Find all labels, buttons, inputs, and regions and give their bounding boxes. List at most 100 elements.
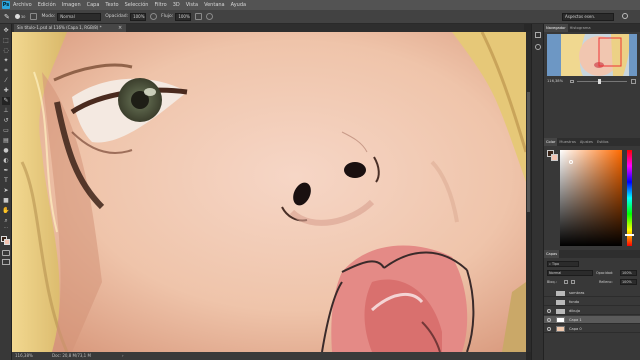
flow-label: Flujo: bbox=[161, 14, 174, 19]
crop-icon[interactable]: ⌗ bbox=[2, 67, 10, 75]
background-color-swatch[interactable] bbox=[4, 239, 10, 245]
menu-ayuda[interactable]: Ayuda bbox=[231, 2, 246, 8]
dodge-icon[interactable]: ◐ bbox=[2, 157, 10, 165]
navigator-preview[interactable] bbox=[547, 34, 637, 76]
eye-icon[interactable] bbox=[547, 318, 551, 322]
chevron-right-icon[interactable]: › bbox=[122, 352, 124, 360]
healing-icon[interactable]: ✚ bbox=[2, 87, 10, 95]
quick-mask-icon[interactable] bbox=[2, 250, 10, 256]
layer-row[interactable]: Capa 0 bbox=[544, 325, 640, 333]
layer-row[interactable]: fondo bbox=[544, 298, 640, 306]
folder-icon bbox=[556, 300, 565, 305]
lock-icon[interactable] bbox=[564, 280, 568, 284]
zoom-in-icon[interactable] bbox=[631, 79, 636, 84]
menu-filtro[interactable]: Filtro bbox=[154, 2, 166, 8]
fill-field[interactable]: 100% bbox=[620, 279, 637, 285]
menu-vista[interactable]: Vista bbox=[186, 2, 198, 8]
color-picker-field[interactable] bbox=[560, 150, 622, 246]
status-bar: 116,38% Doc: 20,8 M/73,1 M › bbox=[12, 352, 526, 360]
navigator-zoom-slider-thumb[interactable] bbox=[598, 79, 601, 84]
menu-imagen[interactable]: Imagen bbox=[62, 2, 81, 8]
brush-panel-toggle-icon[interactable] bbox=[30, 13, 38, 20]
layer-row[interactable]: sombras bbox=[544, 289, 640, 297]
airbrush-icon[interactable] bbox=[195, 13, 203, 20]
menu-edicion[interactable]: Edición bbox=[38, 2, 56, 8]
tab-ajustes[interactable]: Ajustes bbox=[578, 138, 595, 146]
menu-texto[interactable]: Texto bbox=[105, 2, 118, 8]
brush-tool-icon[interactable]: ✎ bbox=[4, 13, 10, 21]
eyedropper-icon[interactable]: ⁄ bbox=[2, 77, 10, 85]
brush-size-value: 30 bbox=[20, 14, 26, 19]
pressure-size-icon[interactable] bbox=[206, 13, 214, 20]
document-info: Doc: 20,8 M/73,1 M bbox=[52, 353, 91, 358]
menu-seleccion[interactable]: Selección bbox=[125, 2, 149, 8]
mode-select[interactable]: Normal bbox=[57, 12, 102, 21]
pressure-opacity-icon[interactable] bbox=[150, 13, 158, 20]
layer-name[interactable]: sombras bbox=[569, 289, 584, 297]
history-brush-icon[interactable]: ↺ bbox=[2, 117, 10, 125]
tab-estilos[interactable]: Estilos bbox=[595, 138, 611, 146]
layer-list: sombras fondo dibujo Capa 1 Capa 0 bbox=[544, 289, 640, 359]
rectangle-icon[interactable]: ■ bbox=[2, 197, 10, 205]
scrollbar-thumb[interactable] bbox=[527, 92, 530, 212]
layers-panel-tabs: Capas bbox=[544, 250, 640, 258]
lock-position-icon[interactable] bbox=[571, 280, 575, 284]
history-panel-icon[interactable] bbox=[535, 32, 541, 38]
move-icon[interactable]: ✥ bbox=[2, 27, 10, 35]
menu-capa[interactable]: Capa bbox=[87, 2, 100, 8]
search-icon[interactable] bbox=[622, 13, 628, 19]
blur-icon[interactable]: ● bbox=[2, 147, 10, 155]
layer-thumbnail bbox=[556, 317, 565, 323]
layer-row[interactable]: Capa 1 bbox=[544, 316, 640, 324]
eye-icon[interactable] bbox=[547, 327, 551, 331]
zoom-level[interactable]: 116,38% bbox=[15, 352, 33, 360]
layer-name[interactable]: fondo bbox=[569, 298, 579, 306]
navigator-zoom-slider[interactable] bbox=[577, 81, 627, 82]
brush-preset-picker[interactable]: 30 bbox=[14, 14, 26, 19]
menu-archivo[interactable]: Archivo bbox=[13, 2, 32, 8]
panel-background-swatch[interactable] bbox=[551, 154, 558, 161]
blend-mode-select[interactable]: Normal bbox=[547, 270, 593, 276]
eraser-icon[interactable]: ▭ bbox=[2, 127, 10, 135]
menu-3d[interactable]: 3D bbox=[173, 2, 180, 8]
document-tab[interactable]: Sin título-1.psd al 116% (Capa 1, RGB/8)… bbox=[14, 24, 126, 32]
clone-stamp-icon[interactable]: ⊥ bbox=[2, 107, 10, 115]
layer-name[interactable]: dibujo bbox=[569, 307, 580, 315]
pen-icon[interactable]: ✒ bbox=[2, 167, 10, 175]
gradient-icon[interactable]: ▤ bbox=[2, 137, 10, 145]
layer-filter-select[interactable]: ⌕ Tipo bbox=[547, 261, 579, 267]
panel-dock: Navegador Histograma 116,38% Color Muest… bbox=[544, 24, 640, 360]
tab-capas[interactable]: Capas bbox=[544, 250, 560, 258]
tab-muestras[interactable]: Muestras bbox=[557, 138, 577, 146]
opacity-field[interactable]: 100% bbox=[130, 12, 147, 21]
document-canvas[interactable] bbox=[12, 32, 526, 352]
flow-field[interactable]: 100% bbox=[175, 12, 192, 21]
layer-name[interactable]: Capa 0 bbox=[569, 325, 582, 333]
path-select-icon[interactable]: ➤ bbox=[2, 187, 10, 195]
layer-opacity-field[interactable]: 100% bbox=[620, 270, 637, 276]
close-icon[interactable]: × bbox=[118, 24, 122, 32]
color-picker-cursor[interactable] bbox=[569, 160, 573, 164]
tab-navegador[interactable]: Navegador bbox=[544, 24, 568, 32]
zoom-icon[interactable]: ⌕ bbox=[2, 217, 10, 225]
hue-slider-thumb[interactable] bbox=[625, 234, 634, 236]
layer-row[interactable]: dibujo bbox=[544, 307, 640, 315]
layer-name[interactable]: Capa 1 bbox=[569, 316, 582, 324]
hue-slider[interactable] bbox=[627, 150, 632, 246]
extra-tools-icon[interactable]: ⋯ bbox=[3, 226, 9, 231]
tab-histograma[interactable]: Histograma bbox=[568, 24, 593, 32]
quick-select-icon[interactable]: ✦ bbox=[2, 57, 10, 65]
marquee-icon[interactable]: ⬚ bbox=[2, 37, 10, 45]
zoom-out-icon[interactable] bbox=[570, 80, 574, 83]
tab-color[interactable]: Color bbox=[544, 138, 558, 146]
hand-icon[interactable]: ✋ bbox=[2, 207, 10, 215]
screen-mode-icon[interactable] bbox=[2, 259, 10, 265]
workspace-select[interactable]: Aspectos esen. bbox=[562, 12, 614, 21]
brush-icon[interactable]: ✎ bbox=[2, 97, 10, 105]
navigator-zoom-value[interactable]: 116,38% bbox=[547, 78, 563, 85]
properties-panel-icon[interactable] bbox=[535, 44, 541, 50]
eye-icon[interactable] bbox=[547, 309, 551, 313]
menu-ventana[interactable]: Ventana bbox=[204, 2, 225, 8]
type-icon[interactable]: T bbox=[2, 177, 10, 185]
lasso-icon[interactable]: ◌ bbox=[2, 47, 10, 55]
